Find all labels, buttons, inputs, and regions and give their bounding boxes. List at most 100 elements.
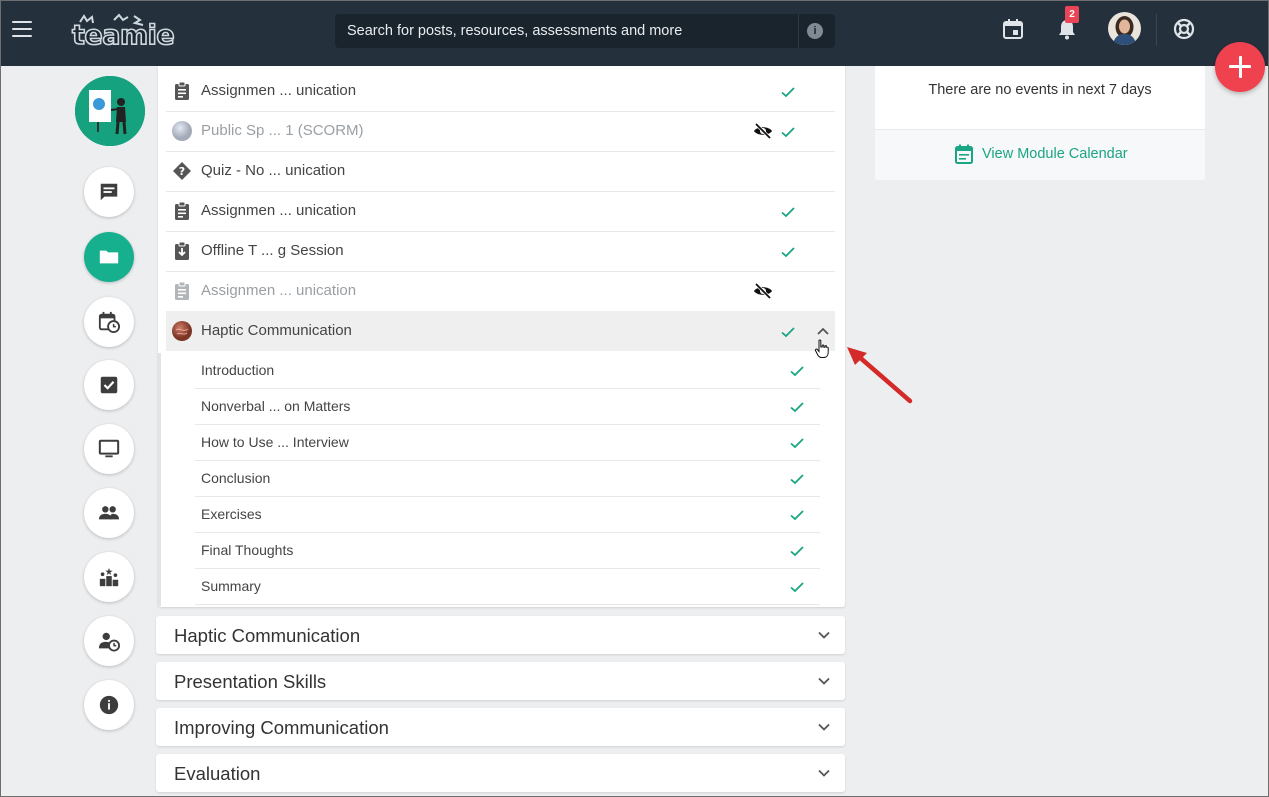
calendar-icon xyxy=(955,144,973,164)
chat-icon xyxy=(100,183,118,201)
item-label: Assignmen ... unication xyxy=(201,282,357,299)
item-label: Quiz - No ... unication xyxy=(201,162,346,179)
avatar[interactable] xyxy=(1108,12,1141,45)
check-icon xyxy=(781,127,795,138)
user-clock-icon xyxy=(98,632,120,652)
page-label: Final Thoughts xyxy=(201,542,294,558)
check-icon xyxy=(781,327,795,338)
assignment-icon xyxy=(175,81,189,100)
lesson-thumbnail xyxy=(172,321,192,341)
check-icon xyxy=(790,438,804,449)
create-fab-button[interactable] xyxy=(1215,42,1265,92)
check-icon xyxy=(781,247,795,258)
upcoming-events-panel: There are no events in next 7 days View … xyxy=(875,66,1205,180)
lesson-page-item[interactable]: Nonverbal ... on Matters xyxy=(195,389,820,425)
page-label: Nonverbal ... on Matters xyxy=(201,398,351,414)
lesson-pages-indent-bar xyxy=(158,353,161,606)
module-content-panel: Assignmen ... unication Public Sp ... 1 … xyxy=(158,66,845,607)
hidden-eye-icon[interactable] xyxy=(753,121,773,141)
section-haptic-communication[interactable]: Haptic Communication xyxy=(156,616,845,654)
lesson-page-item[interactable]: Final Thoughts xyxy=(195,533,820,569)
module-item-scorm[interactable]: Public Sp ... 1 (SCORM) xyxy=(166,111,835,152)
item-label: Assignmen ... unication xyxy=(201,202,357,219)
check-icon xyxy=(790,510,804,521)
item-label: Assignmen ... unication xyxy=(201,82,357,99)
rail-tasks-button[interactable] xyxy=(84,360,134,410)
view-module-calendar-button[interactable]: View Module Calendar xyxy=(875,130,1205,180)
lesson-page-item[interactable]: Summary xyxy=(195,569,820,605)
page-label: Conclusion xyxy=(201,470,271,486)
check-icon xyxy=(790,546,804,557)
annotation-arrow xyxy=(847,347,913,404)
check-icon xyxy=(781,207,795,218)
check-icon xyxy=(781,87,795,98)
lesson-page-item[interactable]: Conclusion xyxy=(195,461,820,497)
check-icon xyxy=(790,402,804,413)
calendar-icon[interactable] xyxy=(1001,17,1025,41)
chevron-down-icon[interactable] xyxy=(817,674,831,688)
quiz-icon: ? xyxy=(173,162,191,180)
top-bar: teamie Search for posts, resources, asse… xyxy=(0,0,1269,66)
section-improving-communication[interactable]: Improving Communication xyxy=(156,708,845,746)
chevron-down-icon[interactable] xyxy=(817,720,831,734)
course-thumbnail[interactable] xyxy=(75,76,145,146)
chevron-up-icon[interactable] xyxy=(816,325,830,337)
rail-attendance-button[interactable] xyxy=(84,616,134,666)
page-label: Summary xyxy=(201,578,261,594)
rail-info-button[interactable] xyxy=(84,680,134,730)
assignment-icon xyxy=(175,201,189,220)
search-input[interactable]: Search for posts, resources, assessments… xyxy=(347,23,682,39)
svg-text:?: ? xyxy=(179,165,185,178)
info-icon xyxy=(99,695,119,715)
lesson-page-item[interactable]: How to Use ... Interview xyxy=(195,425,820,461)
section-title: Haptic Communication xyxy=(174,625,361,646)
view-module-calendar-link[interactable]: View Module Calendar xyxy=(982,146,1128,162)
rail-schedule-button[interactable] xyxy=(84,297,134,347)
chevron-down-icon[interactable] xyxy=(817,628,831,642)
help-lifebuoy-icon[interactable] xyxy=(1172,17,1196,41)
no-events-text: There are no events in next 7 days xyxy=(928,82,1152,98)
page-label: Introduction xyxy=(201,362,275,378)
module-item-assignment-1[interactable]: Assignmen ... unication xyxy=(166,71,835,112)
calendar-clock-icon xyxy=(98,311,120,333)
podium-stars-icon xyxy=(99,567,119,587)
hand-pointer-cursor xyxy=(814,339,829,358)
rail-materials-button[interactable] xyxy=(84,232,134,282)
menu-icon[interactable] xyxy=(12,21,32,37)
search-bar[interactable]: Search for posts, resources, assessments… xyxy=(335,14,835,48)
rail-posts-button[interactable] xyxy=(84,167,134,217)
search-divider xyxy=(798,14,799,48)
page-label: How to Use ... Interview xyxy=(201,434,349,450)
lesson-page-item[interactable]: Exercises xyxy=(195,497,820,533)
item-label: Haptic Communication xyxy=(201,322,352,339)
assignment-icon xyxy=(175,281,189,300)
module-item-assignment-2[interactable]: Assignmen ... unication xyxy=(166,191,835,232)
hidden-eye-icon[interactable] xyxy=(753,281,773,301)
events-empty-state: There are no events in next 7 days xyxy=(875,66,1205,130)
folder-icon xyxy=(99,250,119,264)
lesson-page-item[interactable]: Introduction xyxy=(195,353,820,389)
section-presentation-skills[interactable]: Presentation Skills xyxy=(156,662,845,700)
module-item-assignment-3[interactable]: Assignmen ... unication xyxy=(166,271,835,312)
section-evaluation[interactable]: Evaluation xyxy=(156,754,845,792)
logo[interactable]: teamie xyxy=(71,19,175,52)
module-item-lesson-expanded[interactable]: Haptic Communication xyxy=(166,311,835,351)
monitor-icon xyxy=(98,439,120,458)
rail-members-button[interactable] xyxy=(84,488,134,538)
rail-leaderboard-button[interactable] xyxy=(84,552,134,602)
scorm-thumbnail xyxy=(172,121,192,141)
page-label: Exercises xyxy=(201,506,262,522)
module-item-quiz[interactable]: ? Quiz - No ... unication xyxy=(166,151,835,192)
module-item-offline-task[interactable]: Offline T ... g Session xyxy=(166,231,835,272)
checkbox-icon xyxy=(100,376,118,394)
people-icon xyxy=(98,506,120,520)
item-label: Public Sp ... 1 (SCORM) xyxy=(201,122,364,139)
chevron-down-icon[interactable] xyxy=(817,766,831,780)
info-icon[interactable]: i xyxy=(807,23,823,39)
item-label: Offline T ... g Session xyxy=(201,242,344,259)
check-icon xyxy=(790,582,804,593)
check-icon xyxy=(790,474,804,485)
section-title: Improving Communication xyxy=(174,717,389,738)
rail-present-button[interactable] xyxy=(84,424,134,474)
section-title: Evaluation xyxy=(174,763,261,784)
